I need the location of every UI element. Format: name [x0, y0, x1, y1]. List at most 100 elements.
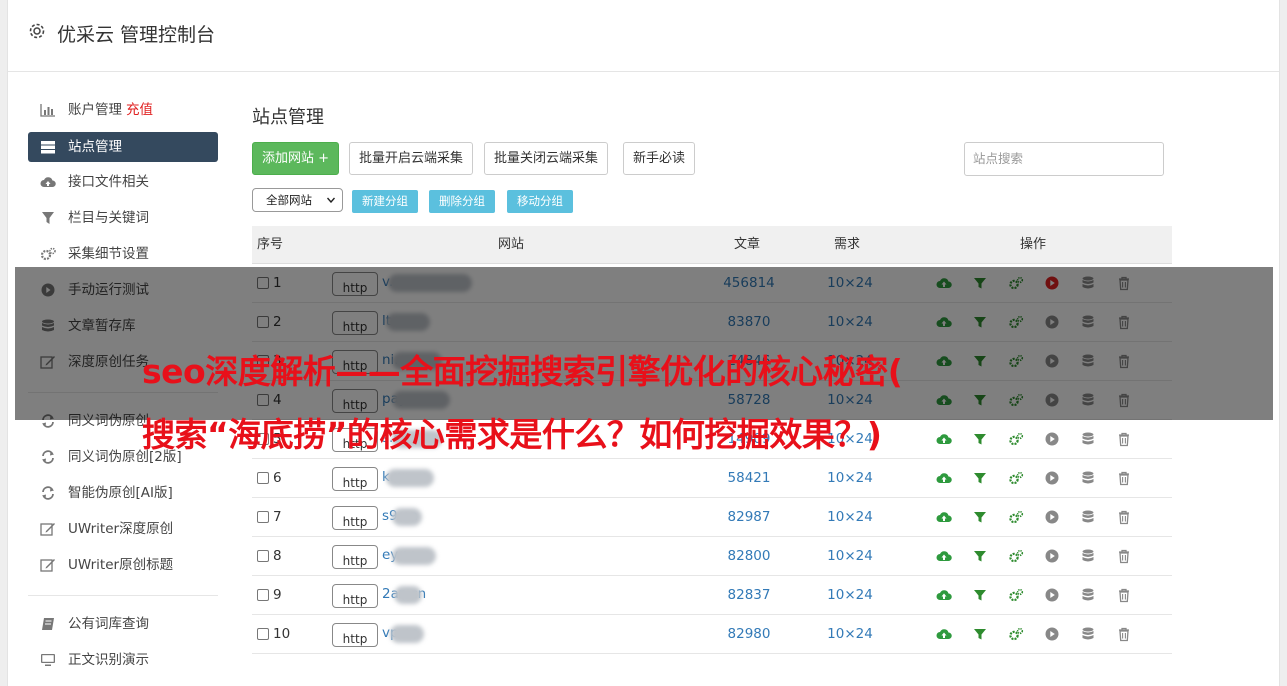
table-row: 8httpey.cn8280010×24	[252, 537, 1172, 576]
row-checkbox[interactable]	[257, 472, 269, 484]
add-site-button[interactable]: 添加网站 +	[252, 142, 340, 175]
page-title: 站点管理	[252, 107, 324, 128]
move-group-button[interactable]: 移动分组	[507, 190, 573, 213]
table-row: 10httpvp.cn8298010×24	[252, 615, 1172, 654]
demand-value[interactable]: 10×24	[810, 576, 890, 614]
bar-chart-icon	[40, 103, 56, 117]
article-count[interactable]: 58421	[710, 459, 788, 497]
trash-icon[interactable]	[1116, 548, 1132, 564]
redaction-blur	[390, 625, 424, 643]
database-icon[interactable]	[1080, 509, 1096, 525]
header-ops: 操作	[1020, 237, 1047, 252]
row-index: 10	[273, 626, 291, 642]
sidebar-item-label: 智能伪原创[AI版]	[68, 485, 173, 501]
newbie-guide-button[interactable]: 新手必读	[623, 142, 696, 175]
redaction-blur	[392, 508, 422, 526]
play-icon[interactable]	[1044, 509, 1060, 525]
database-icon[interactable]	[1080, 548, 1096, 564]
new-group-button[interactable]: 新建分组	[352, 190, 418, 213]
article-count[interactable]: 82800	[710, 537, 788, 575]
redaction-blur	[386, 469, 434, 487]
sidebar-item-3[interactable]: 栏目与关键词	[28, 200, 218, 236]
chevron-down-icon	[327, 197, 335, 203]
play-icon[interactable]	[1044, 548, 1060, 564]
row-checkbox[interactable]	[257, 511, 269, 523]
group-select[interactable]: 全部网站	[252, 188, 343, 212]
database-icon[interactable]	[1080, 587, 1096, 603]
cloud-upload-icon[interactable]	[936, 626, 952, 642]
row-checkbox[interactable]	[257, 628, 269, 640]
database-icon[interactable]	[1080, 626, 1096, 642]
sidebar-item-label: 接口文件相关	[68, 174, 149, 190]
cogs-icon[interactable]	[1008, 626, 1024, 642]
row-index: 6	[273, 470, 282, 486]
delete-group-button[interactable]: 删除分组	[429, 190, 495, 213]
trash-icon[interactable]	[1116, 470, 1132, 486]
filter-icon[interactable]	[972, 509, 988, 525]
header-index: 序号	[257, 237, 284, 252]
play-icon[interactable]	[1044, 470, 1060, 486]
sidebar-item-0[interactable]: 账户管理 充值	[28, 92, 218, 128]
demand-value[interactable]: 10×24	[810, 537, 890, 575]
protocol-badge: http	[332, 584, 378, 608]
batch-open-cloud-button[interactable]: 批量开启云端采集	[349, 142, 474, 175]
database-icon[interactable]	[1080, 470, 1096, 486]
cogs-icon[interactable]	[1008, 587, 1024, 603]
cogs-icon[interactable]	[1008, 509, 1024, 525]
sidebar-item-14[interactable]: 正文识别演示	[28, 642, 218, 678]
headline-line-2: 搜索“海底捞”的核心需求是什么？如何挖掘效果？)	[142, 415, 882, 454]
cloud-upload-icon[interactable]	[936, 587, 952, 603]
group-select-value: 全部网站	[266, 193, 312, 207]
gear-icon	[29, 23, 45, 39]
filter-icon[interactable]	[972, 626, 988, 642]
header-articles: 文章	[734, 237, 761, 252]
filter-icon	[40, 211, 56, 225]
cloud-upload-icon[interactable]	[936, 470, 952, 486]
sidebar-item-label: 站点管理	[68, 139, 122, 155]
demand-value[interactable]: 10×24	[810, 498, 890, 536]
sidebar-item-2[interactable]: 接口文件相关	[28, 164, 218, 200]
table-row: 7https9.cn8298710×24	[252, 498, 1172, 537]
article-count[interactable]: 82980	[710, 615, 788, 653]
headline-line-1: seo深度解析——全面挖掘搜索引擎优化的核心秘密(	[142, 352, 903, 391]
redaction-blur	[394, 586, 422, 604]
app-title: 优采云 管理控制台	[57, 24, 216, 46]
cogs-icon[interactable]	[1008, 548, 1024, 564]
protocol-badge: http	[332, 545, 378, 569]
sidebar-item-13[interactable]: 公有词库查询	[28, 606, 218, 642]
trash-icon[interactable]	[1116, 509, 1132, 525]
trash-icon[interactable]	[1116, 587, 1132, 603]
table-row: 9http2az.cn8283710×24	[252, 576, 1172, 615]
play-icon[interactable]	[1044, 587, 1060, 603]
table-header: 序号 网站 文章 需求 操作	[252, 226, 1172, 264]
sidebar-item-10[interactable]: 智能伪原创[AI版]	[28, 475, 218, 511]
demand-value[interactable]: 10×24	[810, 459, 890, 497]
sidebar-item-12[interactable]: UWriter原创标题	[28, 547, 218, 583]
cloud-upload-icon[interactable]	[936, 548, 952, 564]
sidebar-item-11[interactable]: UWriter深度原创	[28, 511, 218, 547]
demand-value[interactable]: 10×24	[810, 615, 890, 653]
protocol-badge: http	[332, 623, 378, 647]
trash-icon[interactable]	[1116, 626, 1132, 642]
sidebar-item-label: 账户管理	[68, 102, 122, 118]
site-search-input[interactable]: 站点搜索	[964, 142, 1164, 176]
filter-icon[interactable]	[972, 548, 988, 564]
book-icon	[40, 617, 56, 631]
sidebar-item-1[interactable]: 站点管理	[28, 132, 218, 162]
article-count[interactable]: 82987	[710, 498, 788, 536]
filter-icon[interactable]	[972, 587, 988, 603]
row-checkbox[interactable]	[257, 589, 269, 601]
cloud-icon	[40, 175, 56, 189]
cloud-upload-icon[interactable]	[936, 509, 952, 525]
sidebar-item-label: 栏目与关键词	[68, 210, 149, 226]
cogs-icon[interactable]	[1008, 470, 1024, 486]
header: 优采云 管理控制台	[8, 0, 1279, 72]
recharge-link[interactable]: 充值	[126, 102, 153, 118]
filter-icon[interactable]	[972, 470, 988, 486]
article-count[interactable]: 82837	[710, 576, 788, 614]
row-checkbox[interactable]	[257, 550, 269, 562]
batch-close-cloud-button[interactable]: 批量关闭云端采集	[484, 142, 609, 175]
play-icon[interactable]	[1044, 626, 1060, 642]
server-icon	[40, 140, 56, 154]
edit-icon	[40, 558, 56, 572]
